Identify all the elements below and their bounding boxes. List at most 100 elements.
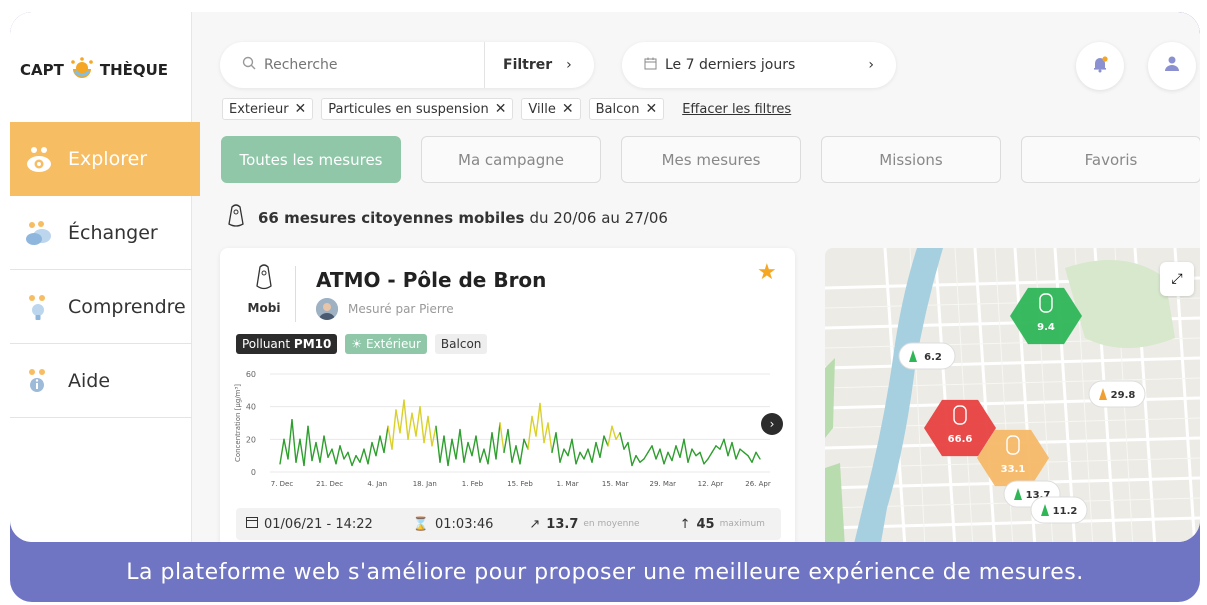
series-segment (659, 448, 665, 465)
series-segment (475, 435, 481, 463)
series-segment (283, 438, 289, 460)
series-segment (707, 451, 713, 460)
map-view[interactable]: 9.4 66.6 33.1 6.2 29.8 13.7 11.2 (825, 248, 1200, 542)
series-segment (523, 438, 529, 450)
bell-icon (1091, 55, 1109, 77)
series-segment (319, 435, 325, 463)
filter-chip[interactable]: Balcon ✕ (588, 98, 665, 120)
star-icon[interactable]: ★ (757, 260, 777, 285)
tab-toutes[interactable]: Toutes les mesures (221, 136, 401, 183)
clear-filters-link[interactable]: Effacer les filtres (682, 102, 791, 117)
measurement-card[interactable]: Mobi ATMO - Pôle de Bron ★ Mesuré par Pi… (220, 248, 795, 542)
close-icon[interactable]: ✕ (562, 101, 574, 117)
expand-map-button[interactable]: ⤢ (1160, 262, 1194, 296)
user-icon (1163, 55, 1181, 77)
tab-favoris[interactable]: Favoris (1021, 136, 1200, 183)
filter-chip[interactable]: Ville ✕ (521, 98, 581, 120)
series-segment (459, 428, 465, 463)
x-tick-label: 18. Jan (413, 480, 437, 488)
info-icon (22, 364, 56, 398)
date-range-label: Le 7 derniers jours (665, 57, 796, 73)
avatar (316, 298, 338, 320)
series-segment (503, 428, 509, 454)
sidebar-item-echanger[interactable]: Échanger (10, 196, 192, 270)
filter-chip-label: Particules en suspension (328, 101, 489, 117)
close-icon[interactable]: ✕ (495, 101, 507, 117)
tab-campagne[interactable]: Ma campagne (421, 136, 601, 183)
series-segment (411, 412, 417, 437)
series-segment (415, 405, 421, 437)
tab-missions[interactable]: Missions (821, 136, 1001, 183)
profile-button[interactable] (1148, 42, 1196, 90)
series-segment (655, 448, 661, 460)
series-segment (575, 451, 581, 465)
sidebar-item-aide[interactable]: Aide (10, 344, 192, 418)
series-segment (755, 451, 761, 460)
trend-icon: ↗ (529, 516, 541, 532)
series-segment (431, 425, 437, 447)
sidebar-item-comprendre[interactable]: Comprendre (10, 270, 192, 344)
series-segment (663, 451, 669, 465)
filter-chip[interactable]: Particules en suspension ✕ (321, 98, 514, 120)
series-segment (627, 441, 633, 467)
date-range-selector[interactable]: Le 7 derniers jours › (622, 42, 896, 88)
series-segment (735, 448, 741, 460)
search-divider (484, 42, 485, 88)
chat-icon (22, 216, 56, 250)
series-segment (419, 405, 425, 444)
filter-chip-label: Balcon (595, 101, 640, 117)
sidebar-item-label: Explorer (68, 148, 148, 170)
card-title: ATMO - Pôle de Bron (316, 268, 547, 292)
series-segment (671, 445, 677, 462)
filter-chip-label: Ville (528, 101, 556, 117)
series-segment (595, 441, 601, 459)
x-tick-label: 4. Jan (367, 480, 387, 488)
sidebar-item-explorer[interactable]: Explorer (10, 122, 200, 196)
series-segment (483, 448, 489, 465)
tab-mes-mesures[interactable]: Mes mesures (621, 136, 801, 183)
series-segment (315, 441, 321, 463)
series-segment (623, 441, 629, 450)
chevron-right-icon[interactable]: › (566, 57, 572, 73)
stat-date-value: 01/06/21 - 14:22 (264, 516, 373, 532)
close-icon[interactable]: ✕ (295, 101, 307, 117)
calendar-icon (246, 516, 258, 532)
device-block: Mobi (234, 264, 294, 315)
sidebar-item-label: Comprendre (68, 295, 186, 318)
sensor-icon (226, 204, 246, 232)
series-segment (539, 402, 545, 444)
tab-bar: Toutes les mesures Ma campagne Mes mesur… (221, 136, 1200, 183)
filter-button[interactable]: Filtrer (503, 57, 552, 73)
search-input[interactable] (264, 57, 484, 73)
notifications-button[interactable] (1076, 42, 1124, 90)
series-segment (355, 454, 361, 463)
place-tag: Balcon (434, 334, 488, 354)
series-segment (587, 448, 593, 463)
marker-value[interactable]: 6.2 (924, 352, 942, 363)
series-segment (439, 435, 445, 463)
marker-value[interactable]: 29.8 (1111, 390, 1136, 401)
series-segment (303, 425, 309, 467)
results-period: du 20/06 au 27/06 (529, 209, 668, 227)
series-segment (703, 458, 709, 465)
series-segment (699, 451, 705, 465)
series-segment (495, 422, 501, 460)
results-summary: 66 mesures citoyennes mobiles du 20/06 a… (226, 204, 668, 232)
series-segment (603, 435, 609, 447)
stat-max-label: maximum (719, 519, 765, 529)
marker-value[interactable]: 9.4 (1037, 322, 1055, 333)
series-segment (723, 438, 729, 457)
search-icon (242, 56, 256, 74)
marker-value[interactable]: 66.6 (948, 434, 973, 445)
close-icon[interactable]: ✕ (645, 101, 657, 117)
series-segment (607, 425, 613, 447)
series-segment (279, 438, 285, 465)
series-segment (555, 432, 561, 463)
stat-date: 01/06/21 - 14:22 (246, 516, 373, 532)
marker-value[interactable]: 11.2 (1053, 506, 1078, 517)
tag-list: Polluant PM10 ☀ Extérieur Balcon (236, 334, 488, 354)
marker-value[interactable]: 33.1 (1001, 464, 1026, 475)
filter-chip[interactable]: Exterieur ✕ (222, 98, 314, 120)
series-segment (695, 451, 701, 457)
x-tick-label: 26. Apr (745, 480, 771, 488)
